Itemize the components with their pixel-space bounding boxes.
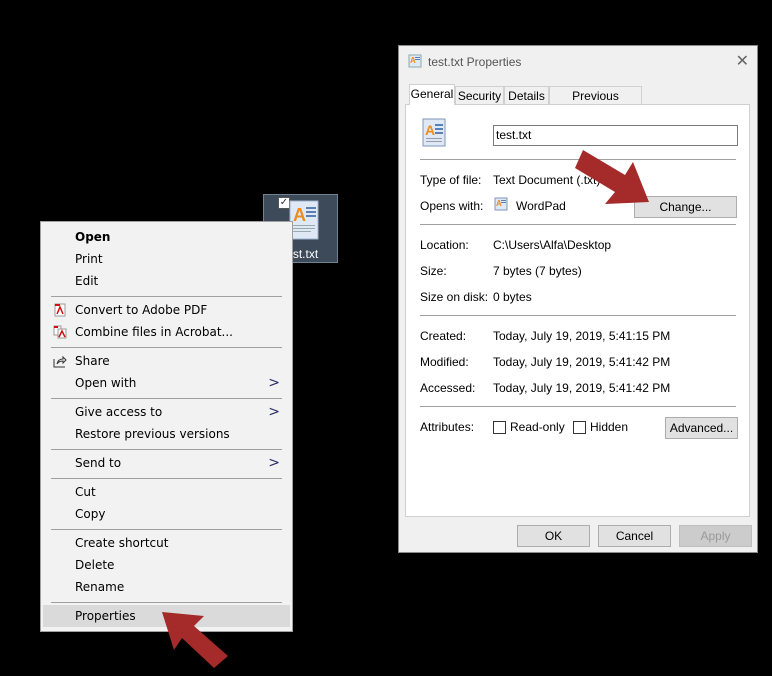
- context-menu: Open Print Edit Convert to Adobe PDF Com…: [40, 221, 293, 632]
- menu-separator: [51, 529, 282, 530]
- created-value: Today, July 19, 2019, 5:41:15 PM: [493, 329, 671, 343]
- cancel-button[interactable]: Cancel: [598, 525, 671, 547]
- menu-item-delete[interactable]: Delete: [43, 554, 290, 576]
- read-only-checkbox[interactable]: [493, 421, 506, 434]
- properties-dialog: A test.txt Properties ✕ General Security…: [398, 45, 758, 553]
- divider: [420, 224, 736, 225]
- menu-item-edit[interactable]: Edit: [43, 270, 290, 292]
- chevron-right-icon: >: [268, 404, 280, 420]
- menu-item-label: Copy: [75, 507, 106, 521]
- menu-item-label: Edit: [75, 274, 99, 288]
- type-of-file-label: Type of file:: [420, 173, 482, 187]
- menu-item-label: Open with: [75, 376, 137, 390]
- annotation-arrow-change: [575, 150, 649, 204]
- menu-item-label: Open: [75, 230, 111, 244]
- menu-item-rename[interactable]: Rename: [43, 576, 290, 598]
- menu-item-label: Share: [75, 354, 110, 368]
- wordpad-document-icon: A: [289, 200, 319, 240]
- menu-item-label: Cut: [75, 485, 96, 499]
- attributes-label: Attributes:: [420, 420, 475, 434]
- menu-separator: [51, 602, 282, 603]
- menu-item-copy[interactable]: Copy: [43, 503, 290, 525]
- chevron-right-icon: >: [268, 375, 280, 391]
- file-name-input[interactable]: test.txt: [493, 125, 738, 146]
- divider: [420, 406, 736, 407]
- tab-details[interactable]: Details: [504, 86, 549, 104]
- close-icon[interactable]: ✕: [736, 51, 749, 71]
- size-on-disk-label: Size on disk:: [420, 290, 489, 304]
- menu-item-open[interactable]: Open: [43, 226, 290, 248]
- accessed-label: Accessed:: [420, 381, 476, 395]
- menu-item-label: Rename: [75, 580, 125, 594]
- accessed-value: Today, July 19, 2019, 5:41:42 PM: [493, 381, 671, 395]
- hidden-checkbox[interactable]: [573, 421, 586, 434]
- apply-button[interactable]: Apply: [679, 525, 752, 547]
- modified-value: Today, July 19, 2019, 5:41:42 PM: [493, 355, 671, 369]
- menu-item-create-shortcut[interactable]: Create shortcut: [43, 532, 290, 554]
- modified-label: Modified:: [420, 355, 469, 369]
- svg-text:A: A: [425, 122, 435, 138]
- location-label: Location:: [420, 238, 469, 252]
- opens-with-label: Opens with:: [420, 199, 484, 213]
- advanced-button[interactable]: Advanced...: [665, 417, 738, 439]
- menu-item-combine-files-in-acrobat[interactable]: Combine files in Acrobat...: [43, 321, 290, 343]
- wordpad-document-icon: A: [422, 118, 446, 147]
- divider: [420, 315, 736, 316]
- read-only-label[interactable]: Read-only: [510, 420, 565, 434]
- wordpad-app-icon: A: [494, 197, 508, 211]
- menu-item-label: Print: [75, 252, 103, 266]
- menu-item-label: Delete: [75, 558, 115, 572]
- menu-item-label: Properties: [75, 609, 136, 623]
- dialog-title: test.txt Properties: [428, 55, 522, 69]
- menu-item-give-access-to[interactable]: Give access to >: [43, 401, 290, 423]
- opens-with-value: WordPad: [516, 199, 566, 213]
- size-on-disk-value: 0 bytes: [493, 290, 532, 304]
- menu-separator: [51, 478, 282, 479]
- chevron-right-icon: >: [268, 455, 280, 471]
- menu-item-restore-previous-versions[interactable]: Restore previous versions: [43, 423, 290, 445]
- menu-item-share[interactable]: Share: [43, 350, 290, 372]
- created-label: Created:: [420, 329, 467, 343]
- tab-previous-versions[interactable]: Previous Versions: [549, 86, 642, 121]
- menu-item-label: Convert to Adobe PDF: [75, 303, 208, 317]
- menu-item-label: Restore previous versions: [75, 427, 230, 441]
- menu-separator: [51, 449, 282, 450]
- size-label: Size:: [420, 264, 447, 278]
- menu-item-open-with[interactable]: Open with >: [43, 372, 290, 394]
- menu-item-label: Send to: [75, 456, 122, 470]
- menu-item-print[interactable]: Print: [43, 248, 290, 270]
- location-value: C:\Users\Alfa\Desktop: [493, 238, 612, 252]
- acrobat-combine-icon: [53, 325, 67, 339]
- wordpad-title-icon: A: [408, 54, 422, 68]
- hidden-label[interactable]: Hidden: [590, 420, 628, 434]
- menu-separator: [51, 398, 282, 399]
- menu-item-convert-to-adobe-pdf[interactable]: Convert to Adobe PDF: [43, 299, 290, 321]
- menu-item-label: Give access to: [75, 405, 163, 419]
- menu-item-cut[interactable]: Cut: [43, 481, 290, 503]
- svg-text:A: A: [293, 205, 306, 225]
- menu-separator: [51, 347, 282, 348]
- menu-item-label: Combine files in Acrobat...: [75, 325, 233, 339]
- annotation-arrow-properties: [162, 612, 228, 668]
- tab-security[interactable]: Security: [455, 86, 504, 104]
- menu-item-send-to[interactable]: Send to >: [43, 452, 290, 474]
- adobe-pdf-icon: [54, 303, 66, 317]
- share-icon: [53, 355, 67, 368]
- ok-button[interactable]: OK: [517, 525, 590, 547]
- size-value: 7 bytes (7 bytes): [493, 264, 582, 278]
- tab-general[interactable]: General: [409, 84, 455, 105]
- menu-separator: [51, 296, 282, 297]
- menu-item-label: Create shortcut: [75, 536, 169, 550]
